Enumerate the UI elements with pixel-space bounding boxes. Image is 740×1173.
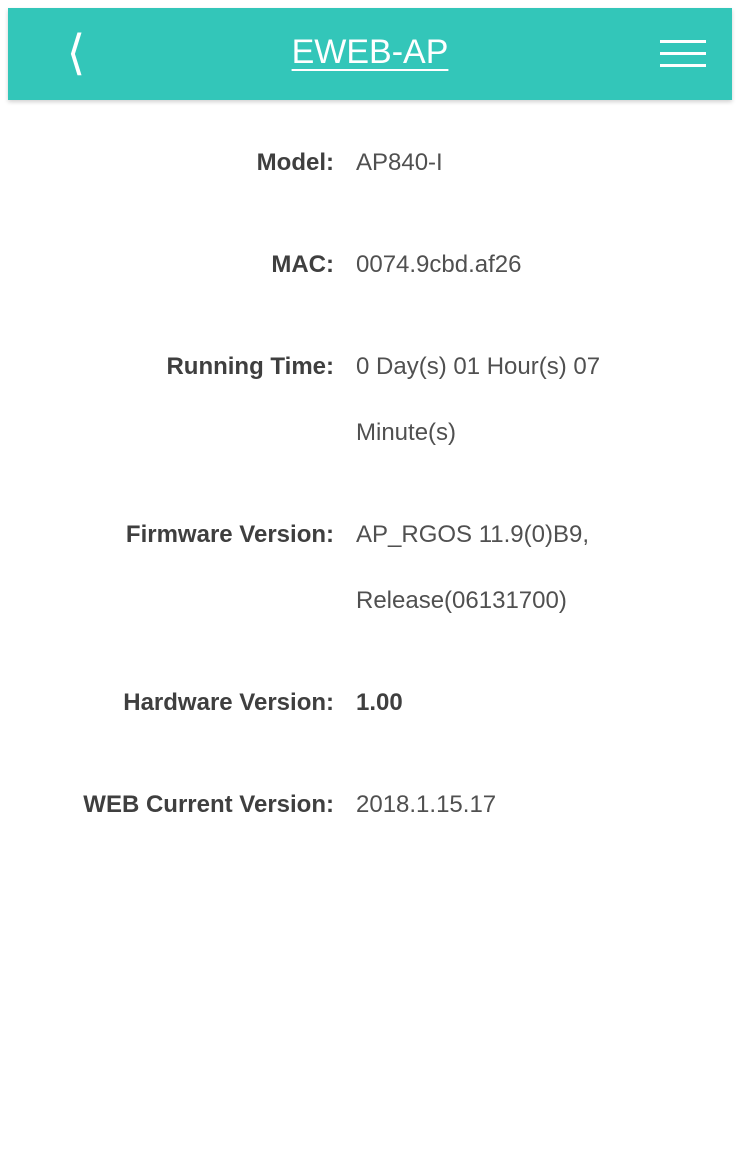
- menu-icon-bar: [660, 40, 706, 43]
- menu-icon-bar: [660, 64, 706, 67]
- firmware-version-label: Firmware Version:: [125, 521, 334, 548]
- mac-value: 0074.9cbd.af26: [356, 251, 522, 278]
- mac-label: MAC:: [271, 251, 334, 278]
- info-row-firmware-version: Firmware Version: AP_RGOS 11.9(0)B9, Rel…: [0, 502, 740, 634]
- hardware-version-label: Hardware Version:: [123, 689, 334, 716]
- model-label: Model:: [256, 149, 334, 176]
- info-row-web-current-version: WEB Current Version: 2018.1.15.17: [0, 772, 740, 838]
- running-time-label: Running Time:: [166, 353, 334, 380]
- info-row-mac: MAC: 0074.9cbd.af26: [0, 232, 740, 298]
- menu-button[interactable]: [660, 38, 706, 70]
- info-row-model: Model: AP840-I: [0, 130, 740, 196]
- firmware-version-value: AP_RGOS 11.9(0)B9, Release(06131700): [356, 521, 589, 614]
- device-info: Model: AP840-I MAC: 0074.9cbd.af26 Runni…: [0, 130, 740, 838]
- app-header: ⟨ EWEB-AP: [8, 8, 732, 100]
- web-current-version-value: 2018.1.15.17: [356, 791, 497, 818]
- web-current-version-label: WEB Current Version:: [83, 791, 334, 818]
- model-value: AP840-I: [356, 149, 443, 176]
- chevron-left-icon: ⟨: [66, 27, 86, 80]
- page-title[interactable]: EWEB-AP: [292, 33, 449, 71]
- info-row-hardware-version: Hardware Version: 1.00: [0, 670, 740, 736]
- back-button[interactable]: ⟨: [56, 26, 96, 82]
- page-title-wrap: EWEB-AP: [8, 28, 732, 76]
- menu-icon-bar: [660, 52, 706, 55]
- info-row-running-time: Running Time: 0 Day(s) 01 Hour(s) 07 Min…: [0, 334, 740, 466]
- running-time-value: 0 Day(s) 01 Hour(s) 07 Minute(s): [356, 353, 601, 446]
- hardware-version-value: 1.00: [356, 689, 403, 716]
